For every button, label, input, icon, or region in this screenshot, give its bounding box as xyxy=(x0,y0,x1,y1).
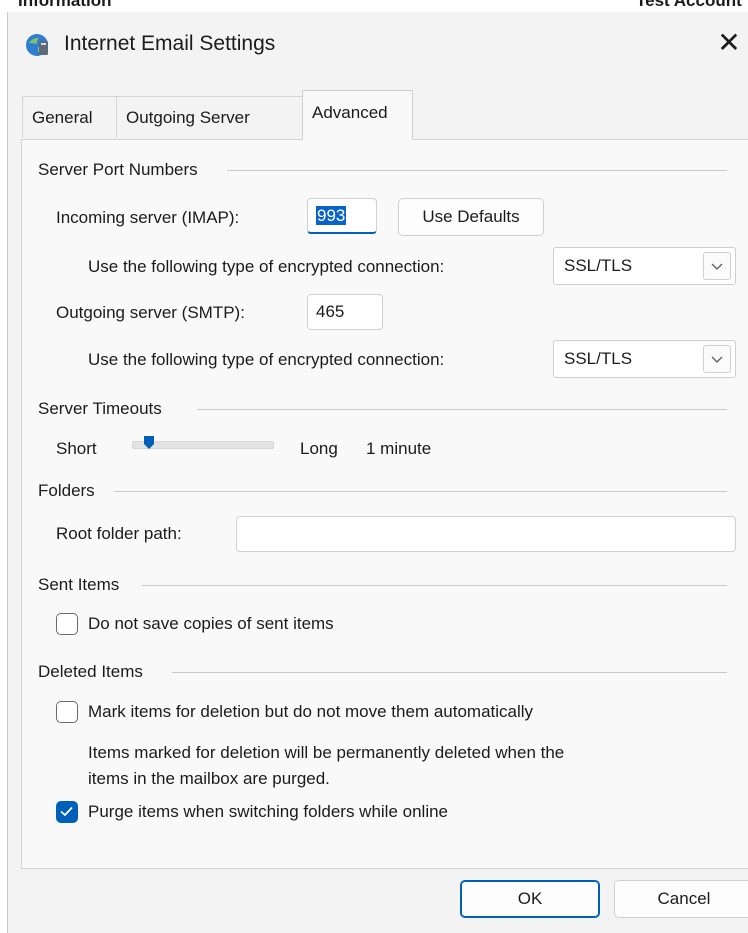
server-timeouts-heading: Server Timeouts xyxy=(38,399,170,419)
outgoing-port-input[interactable]: 465 xyxy=(307,294,383,330)
purge-items-label[interactable]: Purge items when switching folders while… xyxy=(88,802,448,822)
title-bar: Internet Email Settings ✕ xyxy=(8,12,748,76)
deletion-note-line2: items in the mailbox are purged. xyxy=(88,769,330,788)
group-divider xyxy=(142,585,727,586)
incoming-encryption-label: Use the following type of encrypted conn… xyxy=(88,257,445,276)
root-folder-path-input[interactable] xyxy=(236,516,736,552)
do-not-save-sent-copies-label[interactable]: Do not save copies of sent items xyxy=(88,614,334,634)
outgoing-port-value: 465 xyxy=(316,302,345,321)
sent-items-heading: Sent Items xyxy=(38,575,128,595)
cancel-button[interactable]: Cancel xyxy=(614,880,748,918)
timeout-value-label: 1 minute xyxy=(366,439,432,458)
background-window-right-text: Test Account xyxy=(636,0,742,10)
incoming-port-value: 993 xyxy=(316,206,347,225)
background-window-left-text: Information xyxy=(18,0,112,10)
ok-button[interactable]: OK xyxy=(460,880,600,918)
timeout-long-label: Long xyxy=(300,439,338,458)
group-divider xyxy=(172,672,727,673)
checkmark-icon xyxy=(60,806,73,817)
group-divider xyxy=(227,170,727,171)
internet-email-settings-dialog: Internet Email Settings ✕ General Outgoi… xyxy=(8,12,748,933)
close-icon[interactable]: ✕ xyxy=(714,28,744,58)
folders-heading: Folders xyxy=(38,481,103,501)
outgoing-server-label: Outgoing server (SMTP): xyxy=(56,303,245,322)
incoming-encryption-select[interactable]: SSL/TLS xyxy=(553,247,736,285)
incoming-server-label: Incoming server (IMAP): xyxy=(56,208,240,227)
group-divider xyxy=(114,491,727,492)
incoming-port-input[interactable]: 993 xyxy=(307,198,377,234)
tab-general[interactable]: General xyxy=(22,96,117,138)
outlook-account-icon xyxy=(26,34,48,56)
deletion-note-line1: Items marked for deletion will be perman… xyxy=(88,743,565,762)
incoming-encryption-value: SSL/TLS xyxy=(564,256,633,275)
purge-items-checkbox[interactable] xyxy=(56,801,78,823)
tab-advanced[interactable]: Advanced xyxy=(302,90,413,140)
timeout-slider-thumb[interactable] xyxy=(143,436,154,450)
root-folder-path-label: Root folder path: xyxy=(56,524,182,543)
tab-outgoing-server[interactable]: Outgoing Server xyxy=(116,96,303,138)
outgoing-encryption-value: SSL/TLS xyxy=(564,349,633,368)
group-divider xyxy=(197,409,727,410)
advanced-tab-panel: Server Port Numbers Incoming server (IMA… xyxy=(21,139,748,869)
timeout-short-label: Short xyxy=(56,439,97,458)
outgoing-encryption-label: Use the following type of encrypted conn… xyxy=(88,350,445,369)
outgoing-encryption-select[interactable]: SSL/TLS xyxy=(553,340,736,378)
mark-for-deletion-checkbox[interactable] xyxy=(56,701,78,723)
use-defaults-button[interactable]: Use Defaults xyxy=(398,198,544,236)
chevron-down-icon[interactable] xyxy=(703,345,731,373)
server-port-numbers-heading: Server Port Numbers xyxy=(38,160,206,180)
do-not-save-sent-copies-checkbox[interactable] xyxy=(56,613,78,635)
dialog-title: Internet Email Settings xyxy=(64,32,276,55)
chevron-down-icon[interactable] xyxy=(703,252,731,280)
mark-for-deletion-label[interactable]: Mark items for deletion but do not move … xyxy=(88,702,533,722)
deleted-items-heading: Deleted Items xyxy=(38,662,151,682)
